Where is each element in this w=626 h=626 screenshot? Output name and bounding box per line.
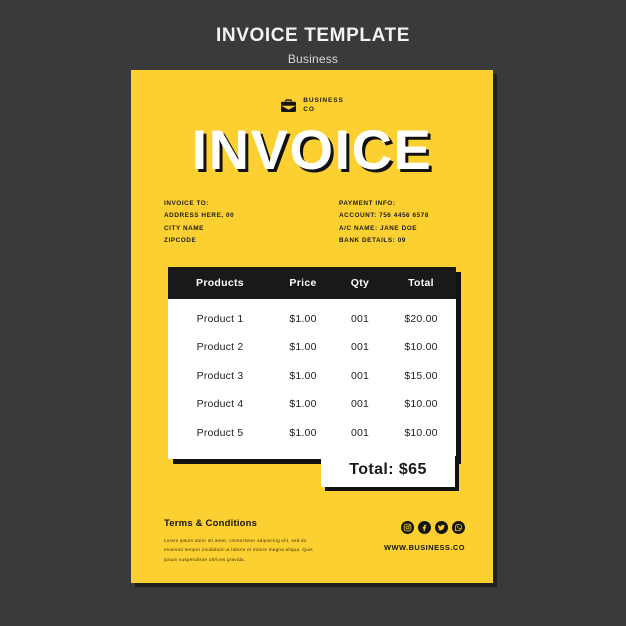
payment-account: ACCOUNT: 756 4456 6578 bbox=[339, 212, 429, 220]
cell-product: Product 2 bbox=[196, 341, 244, 354]
brand-line-2: CO bbox=[303, 106, 315, 114]
cell-qty: 001 bbox=[350, 369, 370, 382]
invoice-meta: INVOICE TO: ADDRESS HERE, 00 CITY NAME Z… bbox=[131, 198, 493, 248]
invoice-heading: INVOICE bbox=[191, 117, 433, 181]
briefcase-icon bbox=[280, 98, 297, 113]
column-header-qty: Qty bbox=[350, 276, 370, 289]
page-header: INVOICE TEMPLATE Business bbox=[0, 25, 626, 66]
invoice-to-zipcode: ZIPCODE bbox=[164, 237, 197, 245]
cell-price: $1.00 bbox=[289, 426, 317, 439]
invoice-to-block: INVOICE TO: ADDRESS HERE, 00 CITY NAME Z… bbox=[164, 198, 339, 248]
cell-total: $15.00 bbox=[404, 369, 438, 382]
cell-product: Product 4 bbox=[196, 398, 244, 411]
cell-total: $20.00 bbox=[404, 312, 438, 325]
brand-name: BUSINESS CO bbox=[303, 96, 343, 115]
terms-body: Lorem ipsum dolor sit amet, consectetur … bbox=[164, 538, 313, 562]
terms-block: Terms & Conditions Lorem ipsum dolor sit… bbox=[164, 518, 316, 564]
column-header-products: Products bbox=[196, 276, 244, 289]
cell-product: Product 3 bbox=[196, 369, 244, 382]
instagram-icon[interactable] bbox=[401, 521, 414, 534]
brand-line-1: BUSINESS bbox=[303, 97, 344, 104]
cell-qty: 001 bbox=[350, 398, 370, 411]
table-header-row: Products Price Qty Total bbox=[168, 266, 456, 299]
social-links bbox=[384, 521, 465, 534]
payment-ac-name: A/C NAME: JANE DOE bbox=[339, 224, 418, 232]
total-amount-box: Total: $65 bbox=[321, 452, 455, 487]
page-subtitle: Business bbox=[287, 51, 339, 66]
payment-info-heading: PAYMENT INFO: bbox=[339, 199, 396, 207]
whatsapp-icon[interactable] bbox=[452, 521, 465, 534]
cell-price: $1.00 bbox=[289, 341, 317, 354]
column-header-total: Total bbox=[408, 276, 434, 289]
table-body: Product 1 $1.00 001 $20.00 Product 2 $1.… bbox=[168, 298, 456, 460]
facebook-icon[interactable] bbox=[418, 521, 431, 534]
cell-total: $10.00 bbox=[404, 426, 438, 439]
invoice-to-heading: INVOICE TO: bbox=[164, 199, 209, 207]
cell-total: $10.00 bbox=[404, 341, 438, 354]
cell-total: $10.00 bbox=[404, 398, 438, 411]
payment-info-block: PAYMENT INFO: ACCOUNT: 756 4456 6578 A/C… bbox=[339, 198, 489, 248]
page-title: INVOICE TEMPLATE bbox=[216, 25, 410, 46]
cell-qty: 001 bbox=[350, 426, 370, 439]
table-row: Product 2 $1.00 001 $10.00 bbox=[168, 333, 456, 362]
cell-product: Product 5 bbox=[196, 426, 244, 439]
website-url[interactable]: WWW.BUSINESS.CO bbox=[384, 543, 465, 552]
cell-price: $1.00 bbox=[289, 398, 317, 411]
invoice-card: BUSINESS CO INVOICE INVOICE TO: ADDRESS … bbox=[131, 70, 493, 583]
invoice-to-city: CITY NAME bbox=[164, 224, 204, 232]
invoice-to-address: ADDRESS HERE, 00 bbox=[164, 212, 235, 220]
twitter-icon[interactable] bbox=[435, 521, 448, 534]
cell-product: Product 1 bbox=[196, 312, 244, 325]
brand-lockup: BUSINESS CO bbox=[131, 96, 493, 115]
cell-price: $1.00 bbox=[289, 312, 317, 325]
table-row: Product 3 $1.00 001 $15.00 bbox=[168, 362, 456, 391]
payment-bank-details: BANK DETAILS: 09 bbox=[339, 237, 406, 245]
cell-qty: 001 bbox=[350, 312, 370, 325]
table-row: Product 4 $1.00 001 $10.00 bbox=[168, 390, 456, 419]
contact-block: WWW.BUSINESS.CO bbox=[384, 518, 465, 564]
invoice-footer: Terms & Conditions Lorem ipsum dolor sit… bbox=[131, 518, 493, 564]
cell-price: $1.00 bbox=[289, 369, 317, 382]
cell-qty: 001 bbox=[350, 341, 370, 354]
table-row: Product 5 $1.00 001 $10.00 bbox=[168, 419, 456, 448]
column-header-price: Price bbox=[289, 276, 317, 289]
products-table: Products Price Qty Total Product 1 $1.00… bbox=[168, 266, 456, 460]
terms-title: Terms & Conditions bbox=[164, 518, 258, 529]
table-row: Product 1 $1.00 001 $20.00 bbox=[168, 305, 456, 334]
